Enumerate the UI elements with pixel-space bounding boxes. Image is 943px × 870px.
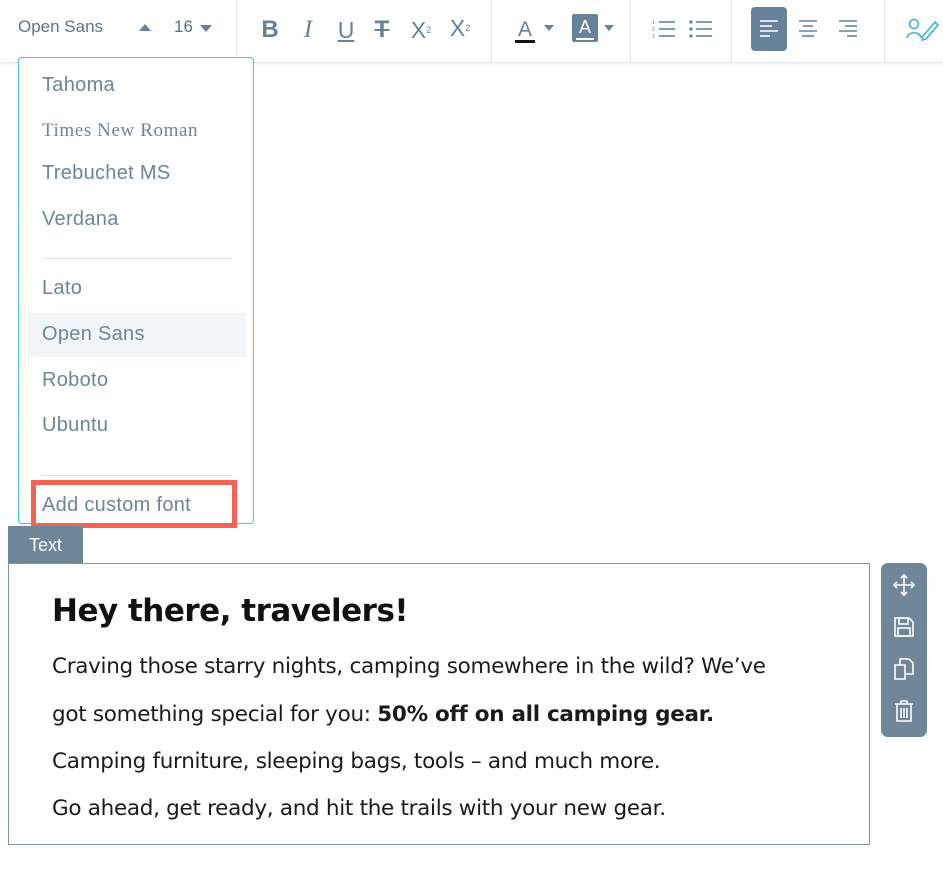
italic-button[interactable]: I	[295, 14, 321, 46]
duplicate-icon	[894, 658, 914, 680]
move-icon	[892, 573, 916, 597]
underline-button[interactable]: U	[332, 14, 360, 46]
font-option-open-sans[interactable]: Open Sans	[42, 323, 145, 346]
strikethrough-button[interactable]: T	[368, 14, 396, 46]
dropdown-divider	[42, 475, 232, 476]
font-size-toggle-icon[interactable]	[200, 25, 212, 32]
duplicate-button[interactable]	[890, 655, 918, 683]
svg-text:1: 1	[652, 20, 655, 26]
link-edit-button[interactable]	[904, 12, 940, 46]
font-option-ubuntu[interactable]: Ubuntu	[42, 414, 108, 437]
pen-user-icon	[906, 18, 939, 42]
block-actions-bar	[881, 563, 927, 737]
font-color-icon: A	[517, 17, 532, 41]
font-option-roboto[interactable]: Roboto	[42, 369, 108, 392]
font-option-tahoma[interactable]: Tahoma	[42, 74, 115, 97]
dropdown-divider	[42, 258, 232, 259]
subscript-button[interactable]: X2	[406, 14, 436, 46]
font-option-lato[interactable]: Lato	[42, 277, 82, 300]
bold-offer-text: 50% off on all camping gear.	[377, 702, 714, 727]
align-left-button[interactable]	[751, 7, 787, 51]
font-family-select[interactable]: Open Sans	[18, 17, 103, 37]
block-type-tag: Text	[8, 526, 83, 564]
editor-toolbar: Open Sans 16 B I U T X2 X2 A A 123	[0, 0, 943, 63]
superscript-button[interactable]: X2	[445, 12, 475, 44]
delete-button[interactable]	[890, 697, 918, 725]
delete-icon	[895, 700, 913, 722]
font-size-select[interactable]: 16	[174, 17, 193, 37]
font-color-swatch	[515, 39, 535, 43]
highlight-color-button[interactable]: A	[572, 14, 598, 42]
font-family-toggle-icon[interactable]	[139, 24, 151, 31]
block-paragraph-line: Craving those starry nights, camping som…	[52, 654, 766, 679]
text-block[interactable]: Hey there, travelers! Craving those star…	[8, 563, 870, 845]
toolbar-divider	[630, 0, 631, 62]
font-option-times-new-roman[interactable]: Times New Roman	[42, 120, 198, 142]
font-family-dropdown: Tahoma Times New Roman Trebuchet MS Verd…	[18, 57, 254, 528]
subscript-mark: 2	[426, 25, 432, 35]
font-option-trebuchet-ms[interactable]: Trebuchet MS	[42, 162, 170, 185]
font-color-button[interactable]: A	[512, 14, 538, 46]
subscript-letter: X	[410, 16, 427, 43]
bulleted-list-button[interactable]	[688, 16, 714, 42]
superscript-mark: 2	[465, 23, 471, 33]
save-button[interactable]	[890, 613, 918, 641]
toolbar-divider	[236, 0, 237, 62]
move-button[interactable]	[890, 571, 918, 599]
font-color-dropdown-icon[interactable]	[544, 25, 554, 31]
add-custom-font-option[interactable]: Add custom font	[42, 494, 191, 517]
bold-button[interactable]: B	[256, 14, 284, 46]
svg-text:3: 3	[652, 34, 655, 40]
line-text: got something special for you:	[52, 702, 378, 727]
highlight-swatch	[576, 37, 594, 40]
highlight-dropdown-icon[interactable]	[604, 25, 614, 31]
highlight-icon: A	[578, 16, 591, 37]
toolbar-divider	[491, 0, 492, 62]
align-right-icon	[839, 20, 857, 37]
block-paragraph-line: Go ahead, get ready, and hit the trails …	[52, 796, 666, 821]
superscript-letter: X	[449, 14, 466, 41]
save-icon	[894, 617, 914, 637]
align-right-button[interactable]	[832, 12, 864, 46]
align-left-icon	[760, 20, 778, 37]
svg-text:2: 2	[652, 27, 655, 33]
align-center-icon	[799, 20, 817, 37]
block-heading: Hey there, travelers!	[52, 593, 409, 629]
ordered-list-button[interactable]: 123	[651, 16, 677, 42]
bulleted-list-icon	[689, 20, 712, 38]
block-paragraph-line: got something special for you: 50% off o…	[52, 702, 714, 727]
font-option-verdana[interactable]: Verdana	[42, 208, 119, 231]
ordered-list-icon: 123	[652, 20, 675, 40]
align-center-button[interactable]	[792, 12, 824, 46]
toolbar-divider	[731, 0, 732, 62]
toolbar-divider	[884, 0, 885, 62]
block-paragraph-line: Camping furniture, sleeping bags, tools …	[52, 749, 661, 774]
